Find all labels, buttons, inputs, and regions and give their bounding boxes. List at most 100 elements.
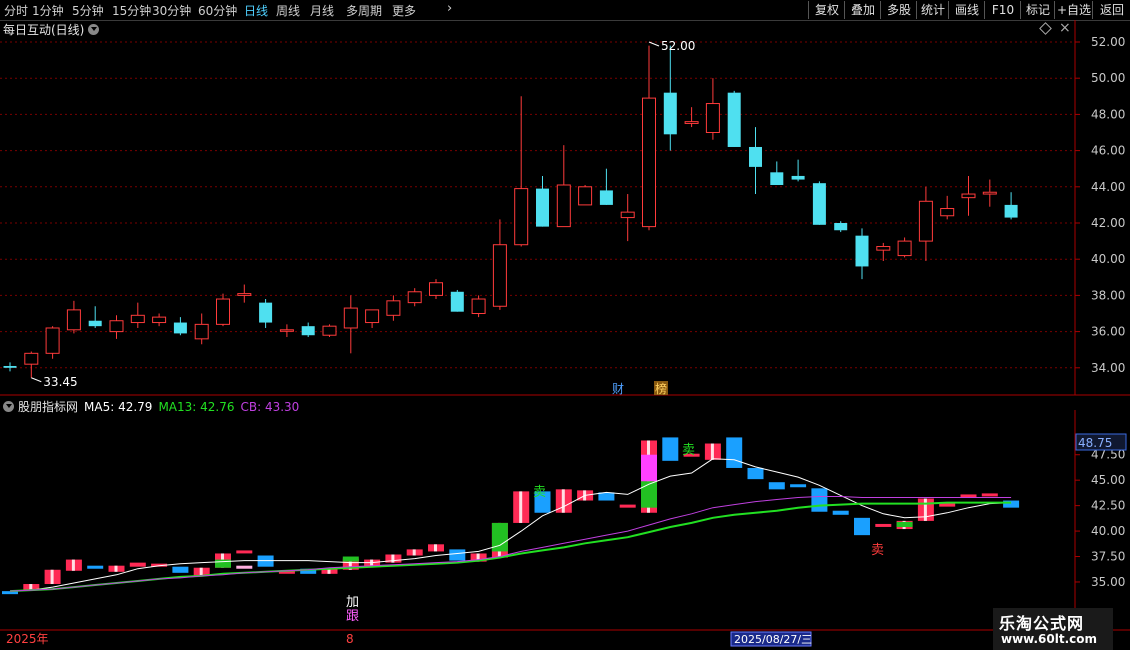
indicator-bar-stripe xyxy=(391,554,395,563)
y-tick-label: 52.00 xyxy=(1091,35,1125,49)
candle-body xyxy=(407,291,422,304)
candle-body xyxy=(578,186,593,206)
indicator-bar xyxy=(960,494,977,498)
tab-period-9[interactable]: 多周期 xyxy=(346,2,382,19)
series-line-cb xyxy=(9,496,1012,592)
indicator-bar xyxy=(449,549,466,561)
candle-body xyxy=(770,172,784,185)
candle-body xyxy=(216,298,230,325)
high-label: 52.00 xyxy=(661,39,695,53)
indicator-segment xyxy=(641,481,657,508)
candle-body xyxy=(642,97,656,228)
tab-period-1[interactable]: 1分钟 xyxy=(32,2,64,19)
low-label: 33.45 xyxy=(43,375,77,389)
indicator-bar xyxy=(747,467,764,480)
indicator-bar xyxy=(662,437,679,461)
indicator-bar xyxy=(981,493,998,497)
low-marker xyxy=(31,377,42,383)
candle-body xyxy=(66,309,81,331)
candle-body xyxy=(727,92,741,147)
indicator-bar xyxy=(854,517,870,536)
indicator-bar-stripe xyxy=(199,567,203,576)
candle-body xyxy=(259,302,273,323)
candle-body xyxy=(855,235,869,267)
candle-body xyxy=(918,200,933,242)
finance-badge[interactable]: 财 xyxy=(612,382,624,396)
indicator-bar xyxy=(172,566,189,573)
toolbar-button-0[interactable]: 复权 xyxy=(808,1,845,19)
toolbar-button-7[interactable]: +自选 xyxy=(1054,1,1093,19)
candle-body xyxy=(897,240,912,257)
candle-body xyxy=(961,193,976,199)
time-label: 8 xyxy=(346,632,354,646)
y-tick-label: 36.00 xyxy=(1091,325,1125,339)
y-tick-label: 42.00 xyxy=(1091,216,1125,230)
candle-body xyxy=(343,307,358,329)
indicator-bar-stripe xyxy=(50,569,54,585)
indicator-chart[interactable]: 47.5045.0042.5040.0037.5035.0048.75卖卖卖加跟… xyxy=(0,410,1130,650)
candle-body xyxy=(749,146,762,167)
indicator-bar-stripe xyxy=(923,498,927,521)
tab-period-2[interactable]: 5分钟 xyxy=(72,2,104,19)
tab-period-6[interactable]: 日线 xyxy=(244,2,268,19)
tab-period-10[interactable]: 更多 xyxy=(392,2,416,19)
y-tick-label: 34.00 xyxy=(1091,361,1125,375)
add-signal: 加 xyxy=(346,595,359,610)
chevron-right-icon[interactable]: › xyxy=(447,1,452,16)
indicator-bar xyxy=(790,484,807,488)
tab-period-5[interactable]: 60分钟 xyxy=(198,2,237,19)
tab-period-3[interactable]: 15分钟 xyxy=(112,2,151,19)
y-tick-label: 46.00 xyxy=(1091,144,1125,158)
y-tick-label: 37.50 xyxy=(1091,550,1125,564)
series-line-ma13 xyxy=(9,501,1012,593)
cursor-date: 2025/08/27/三 xyxy=(734,633,812,646)
rank-badge[interactable]: 榜 xyxy=(655,381,667,396)
indicator-bar-stripe xyxy=(412,549,416,556)
candle-body xyxy=(705,103,720,133)
candle-body xyxy=(152,316,167,324)
tab-period-0[interactable]: 分时 xyxy=(4,2,28,19)
toolbar-button-5[interactable]: F10 xyxy=(984,1,1021,19)
toolbar-button-1[interactable]: 叠加 xyxy=(844,1,881,19)
follow-signal: 跟 xyxy=(346,609,359,624)
time-label: 2025年 xyxy=(6,632,49,646)
y-tick-label: 40.00 xyxy=(1091,252,1125,266)
candle-body xyxy=(24,352,39,365)
candle-body xyxy=(429,282,443,296)
candle-body xyxy=(791,175,805,180)
toolbar-button-8[interactable]: 返回 xyxy=(1092,1,1130,19)
watermark-title: 乐淘公式网 xyxy=(999,614,1085,633)
indicator-segment xyxy=(215,559,231,568)
y-tick-label: 44.00 xyxy=(1091,180,1125,194)
candle-body xyxy=(301,326,315,336)
candle-body xyxy=(237,293,252,296)
indicator-bar-stripe xyxy=(114,565,118,572)
tab-period-7[interactable]: 周线 xyxy=(276,2,300,19)
candle-body xyxy=(514,188,529,246)
toolbar-button-3[interactable]: 统计 xyxy=(916,1,949,19)
main-candlestick-chart[interactable]: 52.00 50.00 48.00 46.00 44.00 42.00 40.00 38.00… xyxy=(0,20,1130,415)
indicator-segment xyxy=(342,556,359,562)
toolbar-button-4[interactable]: 画线 xyxy=(948,1,985,19)
candle-body xyxy=(450,291,464,312)
candle-body xyxy=(130,314,145,324)
candle-body xyxy=(536,188,549,227)
toolbar-button-6[interactable]: 标记 xyxy=(1020,1,1055,19)
indicator-bar xyxy=(875,523,892,527)
candle-body xyxy=(386,300,401,316)
y-tick-label: 35.00 xyxy=(1091,575,1125,589)
y-tick-label: 42.50 xyxy=(1091,499,1125,513)
candle-body xyxy=(834,223,848,231)
tab-period-4[interactable]: 30分钟 xyxy=(152,2,191,19)
indicator-bar-stripe xyxy=(519,491,523,523)
candle-body xyxy=(1004,204,1018,218)
candle-body xyxy=(556,184,571,228)
candle-body xyxy=(173,322,187,334)
tab-period-8[interactable]: 月线 xyxy=(310,2,334,19)
candle-body xyxy=(45,327,60,354)
indicator-bar-stripe xyxy=(710,443,714,460)
sell-signal: 卖 xyxy=(682,443,695,458)
toolbar-button-2[interactable]: 多股 xyxy=(880,1,917,19)
current-value: 48.75 xyxy=(1078,436,1112,450)
indicator-segment xyxy=(641,454,657,482)
